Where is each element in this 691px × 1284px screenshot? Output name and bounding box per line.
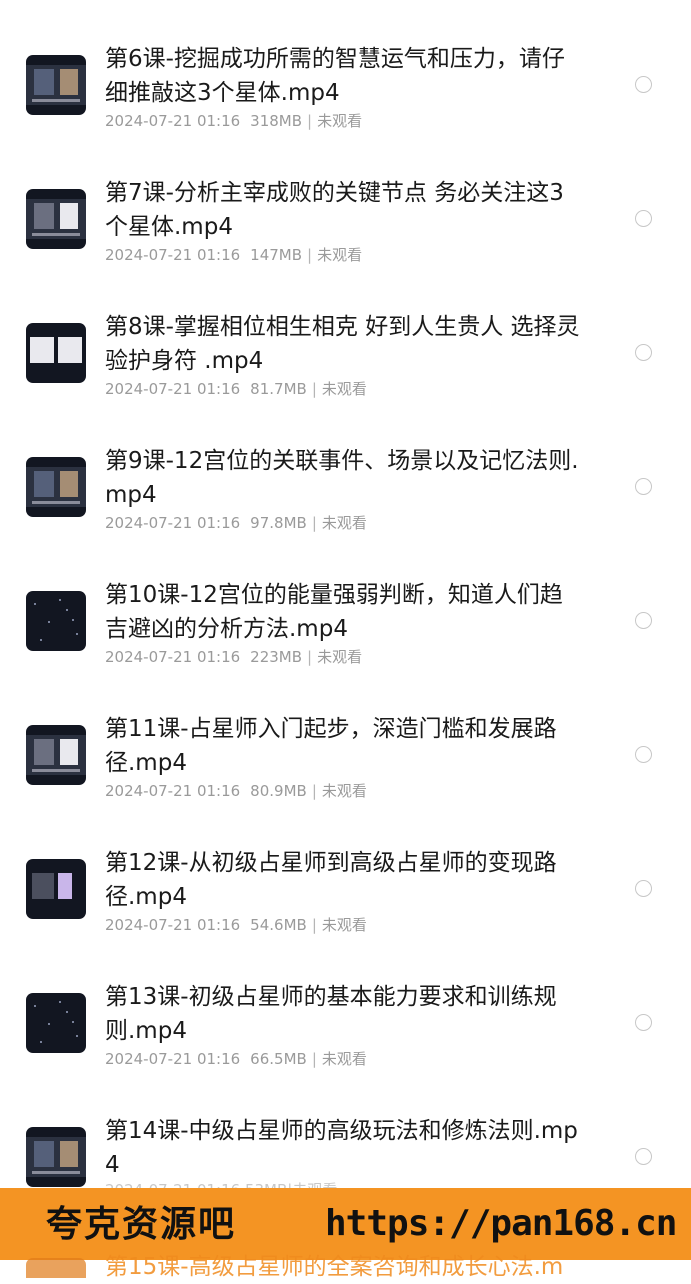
file-row[interactable]: 第8课-掌握相位相生相克 好到人生贵人 选择灵验护身符 .mp4 2024-07-… [0,308,691,442]
file-meta: 2024-07-21 01:16 54.6MB | 未观看 [105,916,367,934]
file-meta: 2024-07-21 01:16 318MB | 未观看 [105,112,363,130]
file-title: 第8课-掌握相位相生相克 好到人生贵人 选择灵验护身符 .mp4 [105,314,580,374]
select-radio[interactable] [635,880,652,897]
select-radio[interactable] [635,76,652,93]
file-date: 2024-07-21 01:16 [105,782,241,800]
file-meta: 2024-07-21 01:16 81.7MB | 未观看 [105,380,367,398]
file-size: 223MB [250,648,303,666]
file-title: 第9课-12宫位的关联事件、场景以及记忆法则.mp4 [105,448,579,508]
file-date: 2024-07-21 01:16 [105,916,241,934]
file-meta: 2024-07-21 01:16 223MB | 未观看 [105,648,363,666]
select-radio[interactable] [635,746,652,763]
file-thumbnail-partial [26,1258,86,1278]
file-row[interactable]: 第11课-占星师入门起步，深造门槛和发展路径.mp4 2024-07-21 01:… [0,710,691,844]
file-meta: 2024-07-21 01:16 66.5MB | 未观看 [105,1050,367,1068]
file-row[interactable]: 第7课-分析主宰成败的关键节点 务必关注这3个星体.mp4 2024-07-21 … [0,174,691,308]
file-date: 2024-07-21 01:16 [105,380,241,398]
watch-status: 未观看 [321,916,367,934]
select-radio[interactable] [635,210,652,227]
file-title: 第11课-占星师入门起步，深造门槛和发展路径.mp4 [105,716,557,776]
video-thumbnail [26,55,86,115]
watch-status: 未观看 [317,246,363,264]
file-title: 第14课-中级占星师的高级玩法和修炼法则.mp4 [105,1118,578,1178]
file-size: 66.5MB [250,1050,307,1068]
file-title: 第6课-挖掘成功所需的智慧运气和压力，请仔细推敲这3个星体.mp4 [105,46,565,106]
file-title: 第10课-12宫位的能量强弱判断，知道人们趋吉避凶的分析方法.mp4 [105,582,563,642]
file-date: 2024-07-21 01:16 [105,246,241,264]
file-row[interactable]: 第9课-12宫位的关联事件、场景以及记忆法则.mp4 2024-07-21 01:… [0,442,691,576]
file-title: 第13课-初级占星师的基本能力要求和训练规则.mp4 [105,984,557,1044]
video-thumbnail [26,859,86,919]
watch-status: 未观看 [321,782,367,800]
file-size: 318MB [250,112,303,130]
file-row[interactable]: 第6课-挖掘成功所需的智慧运气和压力，请仔细推敲这3个星体.mp4 2024-07… [0,40,691,174]
file-date: 2024-07-21 01:16 [105,1050,241,1068]
file-meta: 2024-07-21 01:16 147MB | 未观看 [105,246,363,264]
file-meta: 2024-07-21 01:16 80.9MB | 未观看 [105,782,367,800]
file-date: 2024-07-21 01:16 [105,514,241,532]
video-thumbnail [26,457,86,517]
watch-status: 未观看 [321,1050,367,1068]
watermark-url: https://pan168.cn [325,1203,677,1244]
file-title: 第12课-从初级占星师到高级占星师的变现路径.mp4 [105,850,557,910]
watch-status: 未观看 [317,648,363,666]
watch-status: 未观看 [317,112,363,130]
watch-status: 未观看 [321,514,367,532]
select-radio[interactable] [635,344,652,361]
file-date: 2024-07-21 01:16 [105,648,241,666]
video-thumbnail [26,591,86,651]
file-size: 97.8MB [250,514,307,532]
file-size: 81.7MB [250,380,307,398]
video-thumbnail [26,1127,86,1187]
watermark-brand: 夸克资源吧 [46,1203,237,1245]
file-row[interactable]: 第13课-初级占星师的基本能力要求和训练规则.mp4 2024-07-21 01:… [0,978,691,1112]
video-thumbnail [26,725,86,785]
select-radio[interactable] [635,1014,652,1031]
file-date: 2024-07-21 01:16 [105,112,241,130]
file-meta: 2024-07-21 01:16 97.8MB | 未观看 [105,514,367,532]
file-row[interactable]: 第12课-从初级占星师到高级占星师的变现路径.mp4 2024-07-21 01:… [0,844,691,978]
select-radio[interactable] [635,1148,652,1165]
file-row[interactable]: 第10课-12宫位的能量强弱判断，知道人们趋吉避凶的分析方法.mp4 2024-0… [0,576,691,710]
select-radio[interactable] [635,612,652,629]
file-title: 第7课-分析主宰成败的关键节点 务必关注这3个星体.mp4 [105,180,564,240]
select-radio[interactable] [635,478,652,495]
video-thumbnail [26,993,86,1053]
video-thumbnail [26,323,86,383]
file-size: 54.6MB [250,916,307,934]
video-thumbnail [26,189,86,249]
file-title-partial: 第15课-高级占星师的全案咨询和成长心法.m [105,1254,564,1280]
file-size: 80.9MB [250,782,307,800]
watch-status: 未观看 [321,380,367,398]
file-size: 147MB [250,246,303,264]
